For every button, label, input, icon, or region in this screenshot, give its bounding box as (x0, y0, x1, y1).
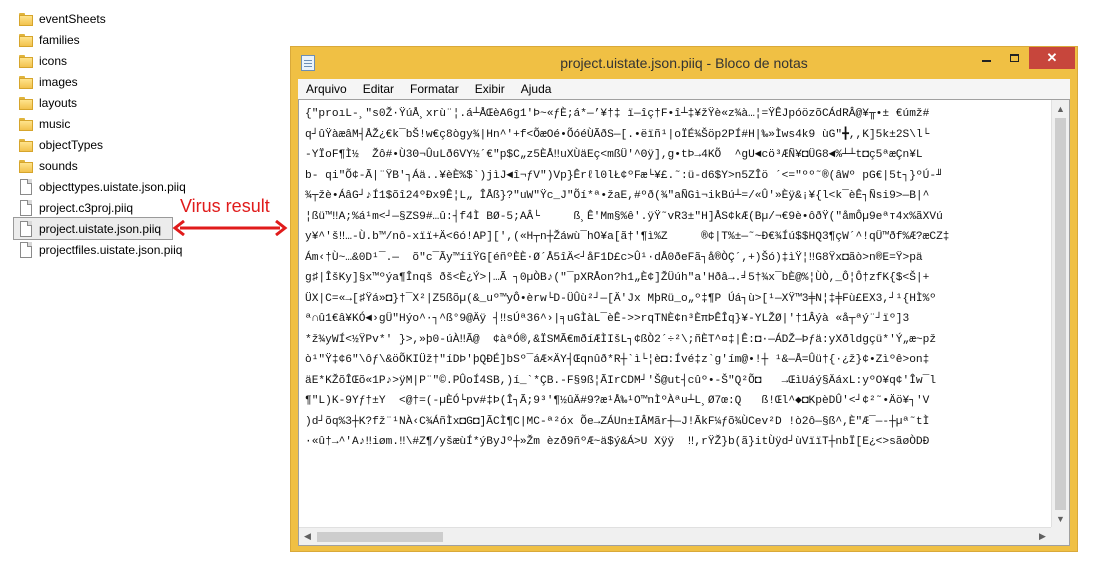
folder-icon (18, 158, 34, 174)
file-name: eventSheets (39, 11, 106, 26)
horizontal-scroll-thumb[interactable] (317, 532, 443, 542)
folder-icon (18, 95, 34, 111)
file-name: layouts (39, 95, 78, 110)
close-button[interactable]: ✕ (1029, 47, 1075, 69)
file-name: project.uistate.json.piiq (39, 221, 162, 236)
text-line: ¶"L)K-9Yƒ†±Y <@†=(-µÈÓ└pv#‡Þ(Î┐Ã;9³'¶½ûÄ… (305, 395, 930, 407)
text-line: *ž¾yWÍ<½ŸPv*' }>,»þ0-úÀ‼Ã@ ¢àªÓ®,&ÏSMÃ€m… (305, 333, 937, 346)
folder-icon (18, 53, 34, 69)
text-line: ·«û†→^'A♪‼iøm.‼\#Z¶/yšæùÍ*ýByJº┼»Žm èzð9… (305, 436, 930, 448)
minimize-icon (981, 60, 991, 62)
text-line: y¥^'š‼…-Ù.b™/nô-xïï+Ä<6ó!AP][',(«H┬n┼Žáw… (305, 231, 950, 243)
text-line: g♯|ÎšKy]§x™ºýa¶Înqš ðš<È¿Ý>|…Ã ┐0µÒB♪("¯… (305, 272, 930, 284)
scroll-down-icon[interactable]: ▼ (1052, 510, 1069, 527)
window-title: project.uistate.json.piiq - Bloco de not… (560, 55, 808, 71)
text-editor[interactable]: {"proıL-¸"s0Ž·ŸúÅ¸xrù¨¦.á┴ÅŒèA6g1'Þ~«ƒÈ;… (298, 99, 1070, 546)
file-item[interactable]: objecttypes.uistate.json.piiq (14, 176, 274, 197)
folder-icon (18, 11, 34, 27)
file-name: icons (39, 53, 68, 68)
file-item[interactable]: projectfiles.uistate.json.piiq (14, 239, 274, 260)
horizontal-scrollbar[interactable]: ◀ ▶ (299, 527, 1051, 545)
file-name: images (39, 74, 78, 89)
folder-item[interactable]: music (14, 113, 274, 134)
document-icon (18, 199, 34, 216)
text-line: ¾┬žè•ÁâG┘♪Í1$õî24ºÐx9Ê¦L„ ÎÅß}?"uW"Ÿc_J"… (305, 190, 930, 202)
vertical-scroll-thumb[interactable] (1055, 118, 1066, 510)
menu-exibir[interactable]: Exibir (467, 82, 513, 96)
text-line: äE*KŽõÎŒõ«1P♪>ÿM|P¨"©.PÛoÍ4SB,)í_`*ÇB.-F… (305, 374, 937, 387)
file-name: families (39, 32, 80, 47)
menu-arquivo[interactable]: Arquivo (298, 82, 355, 96)
text-line: q┘ûŸàæâM┤ÅŽ¿€k¯bŠ!w€ç8ògy¾|Hn^'+f<ÕæOé•Õ… (305, 128, 930, 141)
scrollbar-corner (1051, 527, 1069, 545)
scroll-up-icon[interactable]: ▲ (1052, 100, 1069, 117)
folder-item[interactable]: eventSheets (14, 8, 274, 29)
document-icon (18, 241, 34, 258)
text-line: ¦ßü™‼A;%á¹m<┘—§ZS9#…û:┤f4Ì BØ-5;AÂ└ ß¸Ê'… (305, 210, 943, 223)
folder-icon (18, 74, 34, 90)
text-line: -YÏoF¶Ì½ Žô#•Ù3Θ¬ÛuLð6VY½´€"p$C„z5ÈÅ‼uXÙ… (305, 149, 923, 161)
text-content[interactable]: {"proıL-¸"s0Ž·ŸúÅ¸xrù¨¦.á┴ÅŒèA6g1'Þ~«ƒÈ;… (299, 100, 1051, 527)
document-icon (18, 178, 34, 195)
folder-item[interactable]: sounds (14, 155, 274, 176)
text-line: ª∩û1€â¥KÓ◄›gÜ"Hýo^·┐^ß°9@Äÿ ┤‼sÚª36^›|╕u… (305, 313, 910, 325)
text-line: {"proıL-¸"s0Ž·ŸúÅ¸xrù¨¦.á┴ÅŒèA6g1'Þ~«ƒÈ;… (305, 108, 930, 120)
file-name: project.c3proj.piiq (39, 200, 134, 215)
folder-icon (18, 116, 34, 132)
annotation-label: Virus result (180, 196, 270, 216)
menu-editar[interactable]: Editar (355, 82, 402, 96)
scroll-right-icon[interactable]: ▶ (1034, 528, 1051, 545)
close-icon: ✕ (1046, 50, 1058, 65)
vertical-scrollbar[interactable]: ▲ ▼ (1051, 100, 1069, 527)
text-line: )d┘õq%3┼K?fž¨¹NÀ‹C¾ÁñÌx◘G◘]ÃCÌ¶C|MC-ª²óx… (305, 415, 930, 428)
file-name: sounds (39, 158, 78, 173)
text-line: Ám‹†Ù~…&0D¹¯.— õ"c¯Ãy™íîŸG[éñºÈÈ·Ø´Å5îÄ<… (305, 251, 923, 264)
folder-item[interactable]: images (14, 71, 274, 92)
menu-formatar[interactable]: Formatar (402, 82, 467, 96)
text-line: ÜX|C=«→[♯Ÿá»◘}†¯X²|Z5ßõµ(&_uº™yÔ•èrw└D-Ü… (305, 292, 937, 305)
folder-item[interactable]: icons (14, 50, 274, 71)
document-icon (18, 220, 34, 237)
folder-icon (18, 137, 34, 153)
text-line: ò¹"Ÿ‡¢6"\ôƒ\&öÕKIÜž†"íDÞ'þQÐÉ]bSº¯áÆ×ÄY┤… (305, 354, 930, 366)
scroll-left-icon[interactable]: ◀ (299, 528, 316, 545)
file-name: objecttypes.uistate.json.piiq (39, 179, 186, 194)
file-item[interactable]: project.uistate.json.piiq (13, 217, 173, 240)
double-arrow-icon (172, 220, 288, 236)
title-bar[interactable]: project.uistate.json.piiq - Bloco de not… (291, 47, 1077, 79)
file-name: music (39, 116, 71, 131)
file-name: objectTypes (39, 137, 104, 152)
menu-ajuda[interactable]: Ajuda (513, 82, 560, 96)
maximize-button[interactable] (1001, 47, 1027, 69)
notepad-window: project.uistate.json.piiq - Bloco de not… (290, 46, 1078, 552)
minimize-button[interactable] (973, 47, 999, 69)
file-name: projectfiles.uistate.json.piiq (39, 242, 183, 257)
maximize-icon (1009, 54, 1019, 62)
folder-item[interactable]: families (14, 29, 274, 50)
text-line: b- qi"Õ¢-Ã|¨ŸB'┐Áä..¥èÈ%$`)jìJ◄î¬ƒV")Vp}… (305, 169, 943, 182)
menu-bar: Arquivo Editar Formatar Exibir Ajuda (298, 79, 1070, 99)
folder-icon (18, 32, 34, 48)
folder-item[interactable]: layouts (14, 92, 274, 113)
folder-item[interactable]: objectTypes (14, 134, 274, 155)
